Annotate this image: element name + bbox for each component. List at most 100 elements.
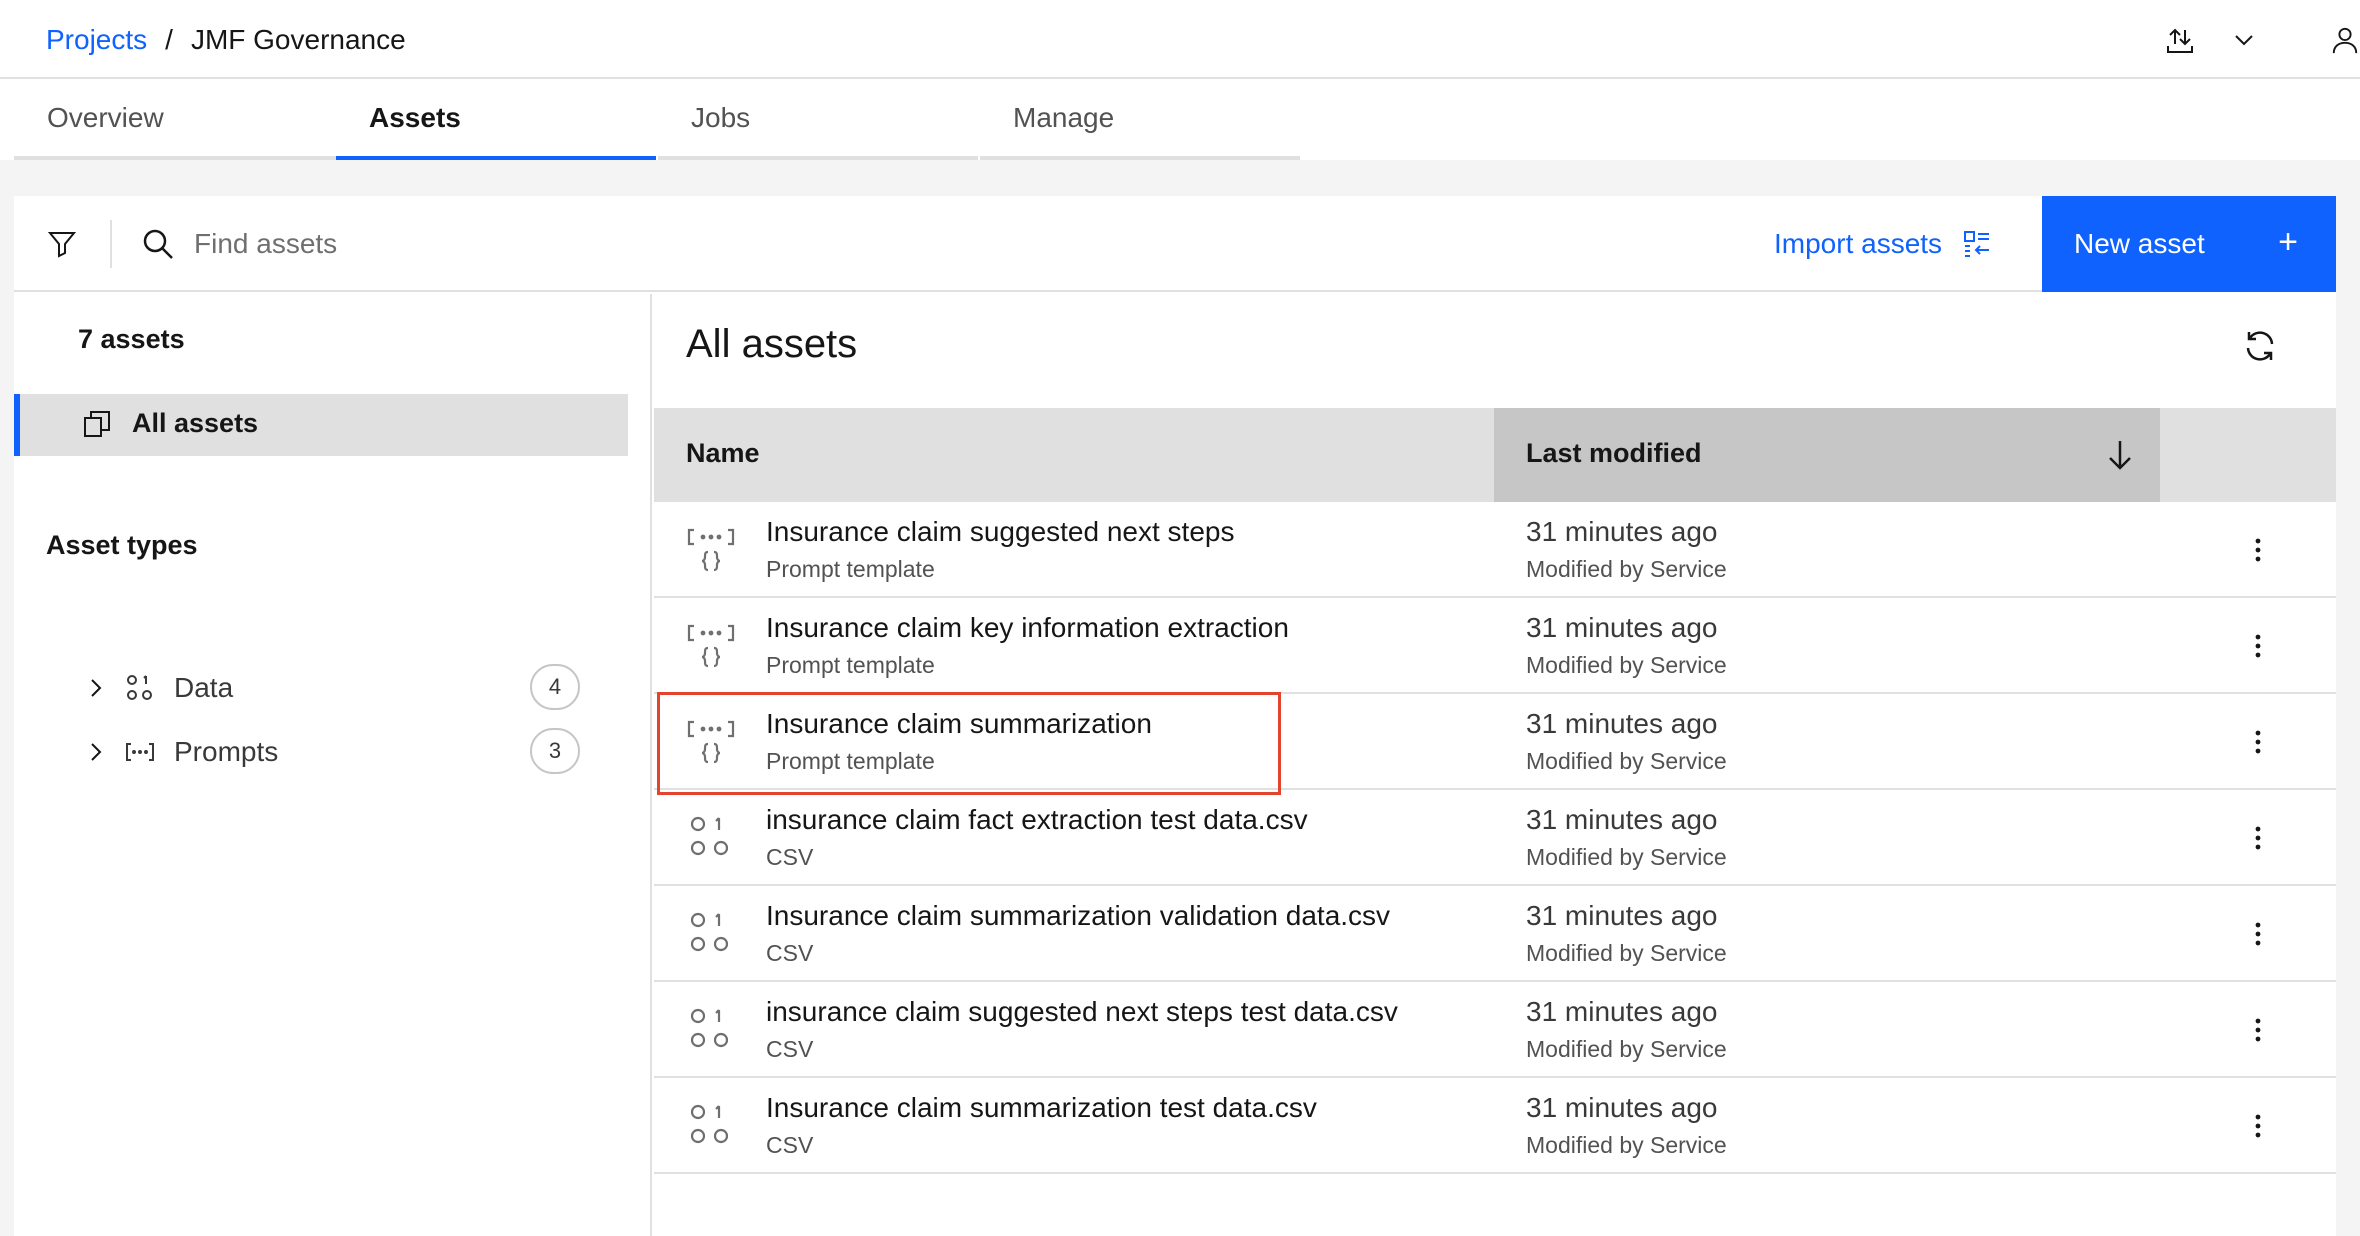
sidebar-item-all-assets[interactable]: All assets <box>14 394 628 456</box>
overflow-menu-icon[interactable] <box>2238 530 2278 570</box>
asset-type-data[interactable]: Data 4 <box>14 658 614 718</box>
new-asset-label: New asset <box>2074 228 2205 259</box>
chevron-right-icon <box>91 679 102 697</box>
asset-types-heading: Asset types <box>46 530 198 560</box>
app-root: Projects / JMF Governance Overview Asset… <box>0 0 2360 1236</box>
prompt-template-icon <box>686 718 736 764</box>
count-badge: 4 <box>530 664 580 710</box>
data-file-icon <box>686 814 736 860</box>
assets-main-panel: All assets Name Last modified Insurance … <box>654 294 2336 1236</box>
plus-icon: + <box>2278 223 2298 261</box>
breadcrumb-separator: / <box>165 24 173 55</box>
filter-button[interactable] <box>14 196 110 292</box>
table-row[interactable]: Insurance claim suggested next steps Pro… <box>654 502 2336 598</box>
last-modified: 31 minutes ago <box>1526 612 1718 643</box>
prompt-template-icon <box>686 622 736 668</box>
last-modified: 31 minutes ago <box>1526 996 1718 1027</box>
breadcrumb-current: JMF Governance <box>190 24 406 55</box>
overflow-menu-icon[interactable] <box>2238 914 2278 954</box>
content-gutter-left <box>0 160 14 1236</box>
tab-bar: Overview Assets Jobs Manage <box>0 80 2360 160</box>
overflow-menu-icon[interactable] <box>2238 626 2278 666</box>
new-asset-button[interactable]: New asset + <box>2042 196 2336 292</box>
chevron-down-icon <box>2235 35 2253 46</box>
asset-type: Prompt template <box>766 652 935 678</box>
prompt-template-icon <box>686 526 736 572</box>
asset-type: Prompt template <box>766 556 935 582</box>
prompt-icon <box>126 743 154 761</box>
asset-name[interactable]: Insurance claim summarization <box>766 708 1152 740</box>
tab-assets[interactable]: Assets <box>336 80 656 160</box>
table-header: Name Last modified <box>654 408 2336 502</box>
table-row[interactable]: Insurance claim summarization test data.… <box>654 1078 2336 1174</box>
asset-count: 7 assets <box>78 324 185 354</box>
upload-download-icon <box>2167 28 2193 53</box>
asset-name[interactable]: Insurance claim suggested next steps <box>766 516 1234 548</box>
asset-type-prompts[interactable]: Prompts 3 <box>14 722 614 782</box>
assets-toolbar: Import assets New asset + <box>14 196 2336 292</box>
modified-by: Modified by Service <box>1526 556 1727 582</box>
asset-name[interactable]: Insurance claim summarization validation… <box>766 900 1390 932</box>
last-modified: 31 minutes ago <box>1526 900 1718 931</box>
last-modified: 31 minutes ago <box>1526 708 1718 739</box>
content-background <box>0 160 2360 196</box>
transfer-button[interactable] <box>2158 18 2202 62</box>
modified-by: Modified by Service <box>1526 1036 1727 1062</box>
asset-name[interactable]: Insurance claim summarization test data.… <box>766 1092 1317 1124</box>
tab-jobs[interactable]: Jobs <box>658 80 978 160</box>
top-header: Projects / JMF Governance <box>0 0 2360 79</box>
tab-overview[interactable]: Overview <box>14 80 336 160</box>
overflow-menu-icon[interactable] <box>2238 1106 2278 1146</box>
filter-icon <box>47 232 77 258</box>
search-icon <box>143 229 173 259</box>
table-row[interactable]: Insurance claim summarization Prompt tem… <box>654 694 2336 790</box>
user-icon <box>2332 27 2358 54</box>
count-badge: 3 <box>530 728 580 774</box>
modified-by: Modified by Service <box>1526 940 1727 966</box>
copy-stack-icon <box>84 411 110 437</box>
last-modified: 31 minutes ago <box>1526 804 1718 835</box>
page-title: All assets <box>686 322 858 366</box>
breadcrumb-projects-link[interactable]: Projects <box>46 24 147 56</box>
table-row[interactable]: Insurance claim key information extracti… <box>654 598 2336 694</box>
overflow-menu-icon[interactable] <box>2238 1010 2278 1050</box>
modified-by: Modified by Service <box>1526 1132 1727 1158</box>
import-assets-label: Import assets <box>1774 228 1943 259</box>
import-icon <box>1964 231 1990 257</box>
asset-name[interactable]: insurance claim suggested next steps tes… <box>766 996 1398 1028</box>
table-row[interactable]: Insurance claim summarization validation… <box>654 886 2336 982</box>
asset-type: CSV <box>766 940 814 966</box>
table-row[interactable]: insurance claim suggested next steps tes… <box>654 982 2336 1078</box>
refresh-icon[interactable] <box>2240 326 2280 366</box>
asset-type: CSV <box>766 1036 814 1062</box>
last-modified: 31 minutes ago <box>1526 1092 1718 1123</box>
content-gutter-right <box>2336 160 2360 1236</box>
column-header-last-modified[interactable]: Last modified <box>1494 408 2160 502</box>
data-file-icon <box>686 910 736 956</box>
header-dropdown-button[interactable] <box>2222 18 2266 62</box>
asset-filter-sidebar: 7 assets All assets Asset types Data 4 P… <box>14 294 652 1236</box>
asset-name[interactable]: Insurance claim key information extracti… <box>766 612 1289 644</box>
asset-type: CSV <box>766 1132 814 1158</box>
asset-name[interactable]: insurance claim fact extraction test dat… <box>766 804 1308 836</box>
modified-by: Modified by Service <box>1526 844 1727 870</box>
overflow-menu-icon[interactable] <box>2238 818 2278 858</box>
import-assets-button[interactable]: Import assets <box>1774 196 2036 292</box>
data-file-icon <box>686 1102 736 1148</box>
overflow-menu-icon[interactable] <box>2238 722 2278 762</box>
data-file-icon <box>686 1006 736 1052</box>
column-header-name[interactable]: Name <box>686 438 760 469</box>
asset-type: CSV <box>766 844 814 870</box>
user-avatar-button[interactable] <box>2330 18 2360 62</box>
sidebar-item-label: All assets <box>132 408 259 438</box>
modified-by: Modified by Service <box>1526 748 1727 774</box>
tab-manage[interactable]: Manage <box>980 80 1300 160</box>
asset-type-label: Prompts <box>174 736 279 767</box>
search-input[interactable] <box>194 216 1194 272</box>
table-row[interactable]: insurance claim fact extraction test dat… <box>654 790 2336 886</box>
column-header-label: Last modified <box>1526 438 1702 468</box>
toolbar-divider <box>110 220 112 268</box>
data-icon <box>127 675 152 700</box>
modified-by: Modified by Service <box>1526 652 1727 678</box>
last-modified: 31 minutes ago <box>1526 516 1718 547</box>
